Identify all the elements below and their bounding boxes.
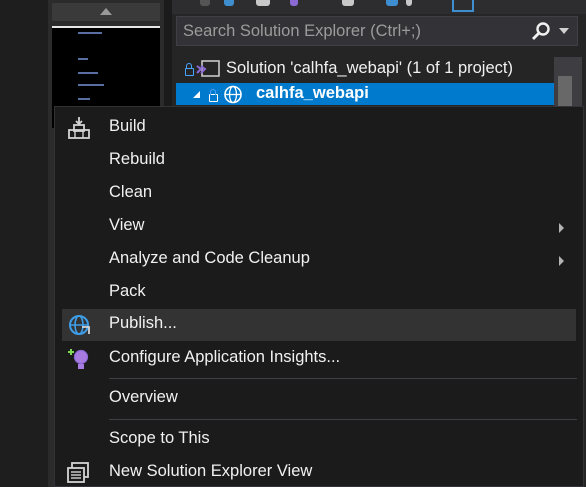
solution-explorer-search[interactable] [176, 16, 578, 46]
tree-item-project[interactable]: calhfa_webapi [176, 83, 554, 105]
menu-item-configure-app-insights[interactable]: Configure Application Insights... [62, 343, 576, 375]
chevron-down-icon[interactable] [559, 28, 569, 34]
menu-item-overview[interactable]: Overview [62, 383, 576, 415]
collapse-all-icon[interactable] [386, 0, 398, 6]
menu-item-label: Clean [109, 183, 153, 201]
back-icon[interactable] [200, 0, 210, 6]
visual-studio-window: Solution 'calhfa_webapi' (1 of 1 project… [0, 0, 586, 487]
tree-item-solution[interactable]: Solution 'calhfa_webapi' (1 of 1 project… [176, 57, 554, 81]
minimap-line [78, 32, 102, 34]
lock-icon [209, 89, 218, 102]
project-context-menu: Build Rebuild Clean View Analyze and Cod… [54, 106, 584, 487]
menu-item-rebuild[interactable]: Rebuild [62, 145, 576, 177]
menu-item-publish[interactable]: Publish... [62, 309, 576, 341]
tree-item-label: calhfa_webapi [256, 84, 369, 102]
menu-item-label: View [109, 216, 145, 234]
tree-item-label: Solution 'calhfa_webapi' (1 of 1 project… [226, 59, 513, 77]
menu-item-scope-to-this[interactable]: Scope to This [62, 424, 576, 456]
chevron-up-icon [100, 8, 112, 15]
forward-icon[interactable] [224, 0, 234, 6]
publish-globe-icon [69, 315, 90, 335]
properties-icon[interactable] [452, 0, 474, 12]
menu-item-label: Overview [109, 388, 178, 406]
expanded-triangle-icon[interactable] [192, 90, 201, 99]
application-insights-icon [68, 349, 89, 369]
minimap-line [78, 98, 90, 100]
lock-icon [185, 63, 194, 76]
menu-item-label: Pack [109, 282, 146, 300]
submenu-arrow-icon [559, 256, 564, 266]
menu-item-label: Configure Application Insights... [109, 348, 341, 366]
menu-item-new-solution-explorer-view[interactable]: New Solution Explorer View [62, 457, 576, 487]
solution-explorer-toolbar [172, 0, 586, 14]
scrollbar-thumb[interactable] [558, 76, 572, 106]
submenu-arrow-icon [559, 223, 564, 233]
minimap-line [78, 72, 98, 74]
menu-item-clean[interactable]: Clean [62, 178, 576, 210]
menu-separator [109, 378, 577, 379]
menu-item-label: Analyze and Code Cleanup [109, 249, 310, 267]
code-editor-area [0, 0, 48, 487]
build-icon [68, 117, 90, 139]
solutions-view-icon[interactable] [290, 0, 298, 6]
new-explorer-view-icon [67, 462, 89, 483]
menu-item-label: New Solution Explorer View [109, 462, 313, 480]
menu-item-view[interactable]: View [62, 211, 576, 243]
search-input[interactable] [183, 21, 523, 41]
home-icon[interactable] [256, 0, 270, 6]
show-all-files-icon[interactable] [406, 0, 412, 6]
menu-separator [109, 419, 577, 420]
search-icon[interactable] [531, 21, 551, 41]
minimap-line [78, 84, 104, 86]
web-project-icon [224, 85, 242, 104]
menu-item-build[interactable]: Build [62, 112, 576, 144]
menu-item-pack[interactable]: Pack [62, 277, 576, 309]
menu-item-analyze-code-cleanup[interactable]: Analyze and Code Cleanup [62, 244, 576, 276]
solution-icon [196, 60, 220, 77]
menu-item-label: Rebuild [109, 150, 165, 168]
minimap-line [78, 58, 88, 60]
menu-item-label: Build [109, 117, 146, 135]
sync-icon[interactable] [342, 0, 354, 6]
menu-item-label: Publish... [109, 314, 177, 332]
menu-item-label: Scope to This [109, 429, 210, 447]
